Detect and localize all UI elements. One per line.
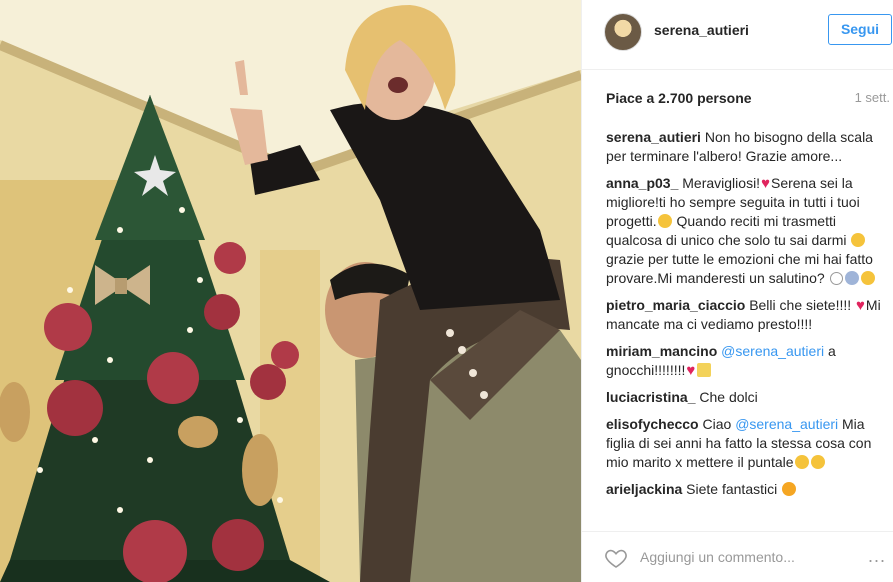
heart-emoji-icon: ♥ xyxy=(761,175,770,192)
photo-illustration xyxy=(0,0,581,582)
heart-eyes-emoji-icon xyxy=(782,482,797,496)
kiss-emoji-icon xyxy=(860,271,875,285)
comment-item: miriam_mancino @serena_autieri a gnocchi… xyxy=(606,342,882,380)
comment-text: Che dolci xyxy=(699,389,758,405)
comment-username[interactable]: arieljackina xyxy=(606,481,682,497)
comment-username[interactable]: anna_p03_ xyxy=(606,175,678,191)
comment-item: arieljackina Siete fantastici xyxy=(606,480,882,499)
comment-item: elisofychecco Ciao @serena_autieri Mia f… xyxy=(606,415,882,472)
heart-outline-icon[interactable] xyxy=(604,546,628,570)
follow-button[interactable]: Segui xyxy=(828,14,892,45)
comment-input[interactable] xyxy=(640,544,840,570)
grin-sweat-emoji-icon xyxy=(810,455,825,469)
post-photo[interactable] xyxy=(0,0,581,582)
comment-mention[interactable]: @serena_autieri xyxy=(735,416,838,432)
comment-username[interactable]: miriam_mancino xyxy=(606,343,717,359)
comment-bar: ... xyxy=(582,531,893,582)
smile-emoji-icon xyxy=(657,214,672,228)
comment-text: Belli che siete!!!! xyxy=(749,297,852,313)
comment-text: Meravigliosi! xyxy=(682,175,761,191)
comment-username[interactable]: elisofychecco xyxy=(606,416,699,432)
comment-username[interactable]: pietro_maria_ciaccio xyxy=(606,297,745,313)
heart-emoji-icon: ♥ xyxy=(686,362,696,379)
comment-item: pietro_maria_ciaccio Belli che siete!!!!… xyxy=(606,296,882,334)
comment-item: anna_p03_ Meravigliosi!♥Serena sei la mi… xyxy=(606,174,882,288)
post-timestamp[interactable]: 1 sett. xyxy=(855,90,890,105)
person-raising-hand-emoji-icon xyxy=(844,271,859,285)
comment-username[interactable]: serena_autieri xyxy=(606,129,701,145)
smile-emoji-icon xyxy=(794,455,809,469)
likes-row: Piace a 2.700 persone 1 sett. xyxy=(606,90,890,106)
post-header: serena_autieri Segui xyxy=(582,0,893,70)
more-dots-icon[interactable]: ... xyxy=(868,546,886,567)
comment-item: serena_autieri Non ho bisogno della scal… xyxy=(606,128,882,166)
sparkles-emoji-icon xyxy=(697,363,712,377)
heart-emoji-icon: ♥ xyxy=(856,297,865,314)
avatar[interactable] xyxy=(604,13,642,51)
comments-list[interactable]: serena_autieri Non ho bisogno della scal… xyxy=(606,128,882,520)
post-username[interactable]: serena_autieri xyxy=(654,22,749,38)
likes-count[interactable]: Piace a 2.700 persone xyxy=(606,90,752,106)
comment-text: Ciao xyxy=(702,416,732,432)
smile-emoji-icon xyxy=(829,272,843,285)
comment-username[interactable]: luciacristina_ xyxy=(606,389,696,405)
post-sidebar: serena_autieri Segui Piace a 2.700 perso… xyxy=(581,0,893,582)
yum-emoji-icon xyxy=(851,233,866,247)
comment-item: luciacristina_ Che dolci xyxy=(606,388,882,407)
comment-mention[interactable]: @serena_autieri xyxy=(721,343,824,359)
comment-text: Siete fantastici xyxy=(686,481,778,497)
